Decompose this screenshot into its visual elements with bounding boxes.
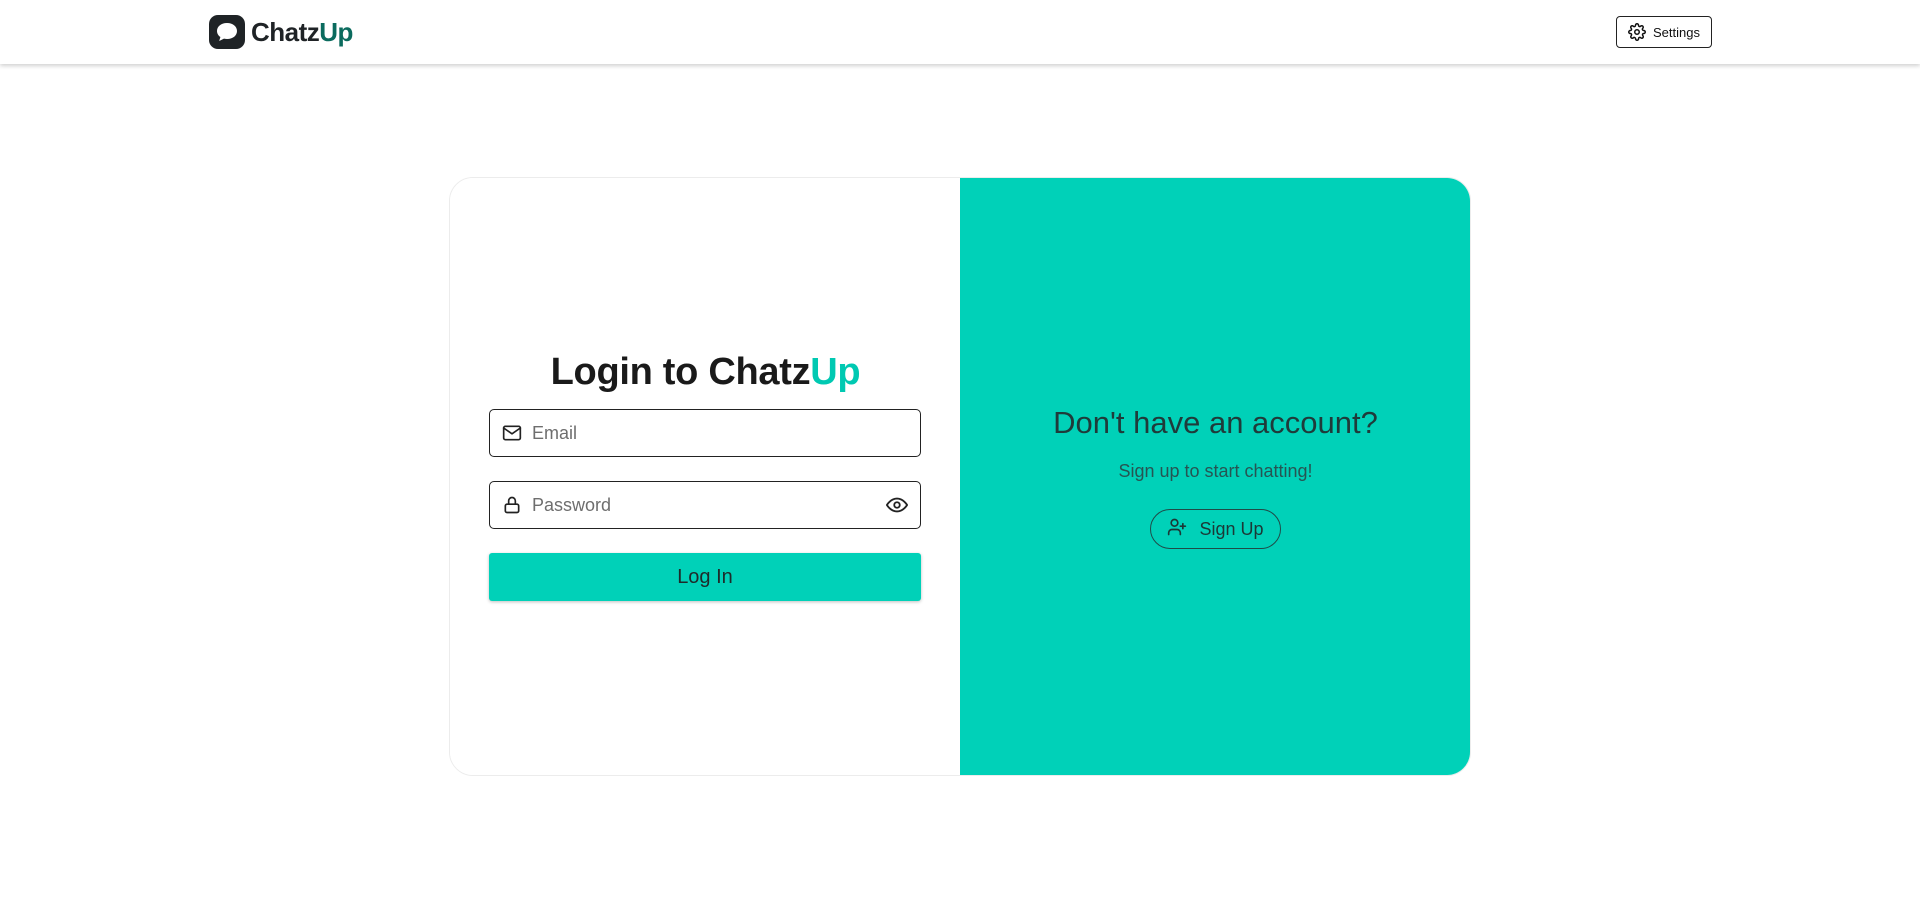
eye-icon[interactable] bbox=[886, 494, 908, 516]
signup-label: Sign Up bbox=[1199, 518, 1264, 539]
login-title: Login to ChatzUp bbox=[450, 351, 961, 394]
settings-button[interactable]: Settings bbox=[1616, 16, 1712, 48]
login-title-accent: Up bbox=[810, 351, 861, 393]
promo-title: Don't have an account? bbox=[1053, 405, 1378, 440]
app-name: ChatzUp bbox=[251, 17, 353, 48]
auth-card: Login to ChatzUp Email Log In Don't have… bbox=[449, 177, 1471, 776]
promo-subtitle: Sign up to start chatting! bbox=[1118, 461, 1313, 481]
login-button[interactable]: Log In bbox=[489, 553, 921, 601]
password-input[interactable] bbox=[532, 482, 886, 528]
gear-icon bbox=[1628, 23, 1646, 41]
chat-bubble-icon bbox=[209, 15, 245, 49]
signup-promo-panel: Don't have an account? Sign up to start … bbox=[960, 178, 1470, 775]
login-panel: Login to ChatzUp Email Log In bbox=[450, 178, 960, 775]
mail-icon bbox=[502, 423, 522, 443]
app-name-main: Chatz bbox=[251, 16, 320, 47]
email-field[interactable] bbox=[489, 409, 921, 457]
email-input[interactable] bbox=[532, 410, 908, 456]
app-name-accent: Up bbox=[319, 16, 353, 47]
settings-label: Settings bbox=[1653, 24, 1700, 40]
signup-button[interactable]: Sign Up bbox=[1150, 509, 1281, 549]
password-field[interactable] bbox=[489, 481, 921, 529]
top-navbar: ChatzUp Settings bbox=[0, 0, 1920, 64]
user-plus-icon bbox=[1167, 517, 1187, 542]
login-title-main: Login to Chatz bbox=[550, 351, 811, 393]
lock-icon bbox=[502, 495, 522, 515]
app-logo[interactable]: ChatzUp bbox=[209, 15, 353, 49]
